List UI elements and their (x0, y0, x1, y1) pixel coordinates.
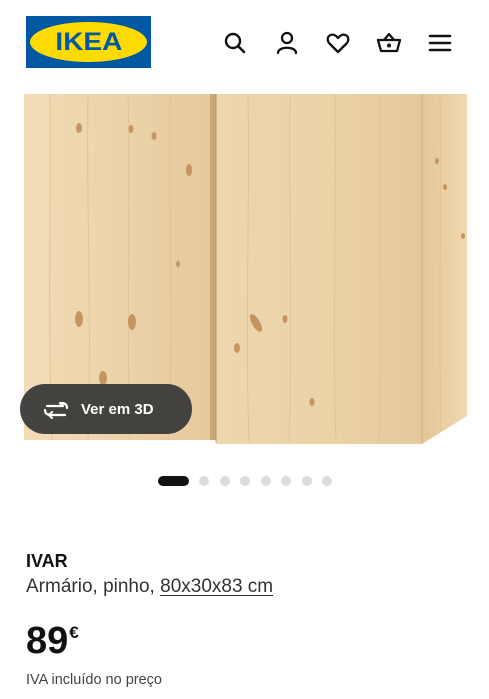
carousel-dot-5[interactable] (260, 476, 271, 486)
logo-oval: IKEA (30, 22, 147, 62)
carousel-dot-6[interactable] (281, 476, 291, 486)
product-dimensions-link[interactable]: 80x30x83 cm (160, 576, 273, 597)
carousel-dot-2[interactable] (199, 476, 209, 486)
site-header: IKEA (0, 0, 489, 86)
carousel-dot-7[interactable] (301, 476, 312, 486)
product-name: IVAR (26, 551, 68, 571)
ikea-logo[interactable]: IKEA (26, 16, 151, 68)
vat-note: IVA incluído no preço (26, 672, 162, 688)
price-integer: 89 (26, 620, 69, 662)
price-currency: € (69, 623, 79, 642)
product-description: Armário, pinho, 80x30x83 cm (26, 576, 273, 598)
carousel-pagination (158, 475, 343, 487)
carousel-dot-4[interactable] (240, 476, 250, 486)
carousel-dot-3[interactable] (219, 476, 230, 486)
view-3d-label: Ver em 3D (81, 400, 154, 418)
user-icon[interactable] (274, 30, 300, 56)
heart-icon[interactable] (325, 30, 351, 56)
search-icon[interactable] (222, 30, 248, 56)
logo-text: IKEA (55, 27, 122, 56)
basket-icon[interactable] (376, 30, 402, 56)
menu-icon[interactable] (427, 30, 453, 56)
rotate-3d-icon (42, 399, 70, 419)
product-type: Armário, pinho, (26, 576, 161, 597)
carousel-dot-8[interactable] (322, 476, 332, 486)
view-3d-button[interactable]: Ver em 3D (20, 384, 192, 434)
product-price: 89 € (26, 619, 79, 663)
carousel-dot-1[interactable] (158, 476, 189, 486)
